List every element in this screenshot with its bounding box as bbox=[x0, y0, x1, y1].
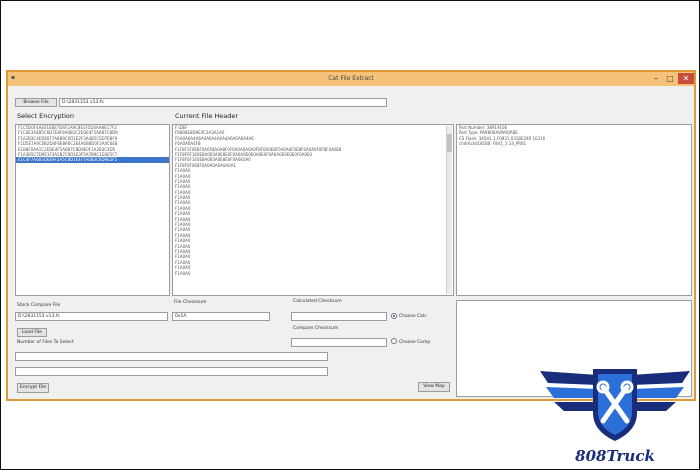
stock-compare-field[interactable]: D:\2831153 v13.fs bbox=[15, 312, 168, 321]
title-bar: ▪ Cat File Extract – □ ✕ bbox=[8, 72, 694, 86]
calculated-checksum-label: Calculated Checksum bbox=[293, 299, 342, 304]
encryption-list-item[interactable]: E1C4F7A0B3D6E9F2A5C8D1E4F7A0B3C6D9E2F5 bbox=[16, 157, 169, 163]
info-line: chdr6ckd18180: F8V1_3.14_PR81 bbox=[459, 141, 527, 147]
choose-calc-radio[interactable] bbox=[391, 313, 397, 319]
calculated-checksum-field[interactable] bbox=[291, 312, 387, 321]
number-of-files-label: Number of Files To Select bbox=[17, 340, 74, 345]
file-checksum-label: File Checksum bbox=[174, 300, 207, 305]
select-encryption-heading: Select Encryption bbox=[17, 112, 75, 120]
compare-checksum-field[interactable] bbox=[291, 338, 387, 347]
choose-comp-radio[interactable] bbox=[391, 338, 397, 344]
close-button[interactable]: ✕ bbox=[678, 73, 694, 84]
window-title: Cat File Extract bbox=[328, 75, 374, 82]
choose-calc-label: Choose Calc bbox=[399, 314, 427, 319]
maximize-button[interactable]: □ bbox=[664, 73, 676, 84]
watermark-text: 808Truck bbox=[575, 447, 655, 465]
files-field-2[interactable] bbox=[15, 367, 328, 376]
encryption-listbox[interactable]: F1C5D0F4AE01EBE7D4F2A9C8E1F5D4AA8EC7F2 F1… bbox=[15, 124, 170, 296]
load-file-button[interactable]: Load File bbox=[17, 328, 47, 337]
left-wing-upper bbox=[540, 371, 598, 385]
watermark-logo: 808Truck bbox=[540, 365, 690, 465]
right-wing-lower bbox=[632, 402, 676, 411]
file-header-heading: Current File Header bbox=[175, 112, 239, 120]
file-checksum-field[interactable]: 0x1A bbox=[172, 312, 270, 321]
left-wing-middle bbox=[546, 387, 598, 398]
app-window: ▪ Cat File Extract – □ ✕ Browse File D:\… bbox=[6, 70, 696, 401]
part-info-panel: Part Number: 3891910E Part Type: PARKR8AV… bbox=[456, 124, 692, 296]
files-field-1[interactable] bbox=[15, 352, 328, 361]
right-wing-middle bbox=[632, 387, 684, 398]
file-path-field[interactable]: D:\2831153 v13.fs bbox=[59, 98, 387, 107]
minimize-button[interactable]: – bbox=[650, 73, 662, 84]
left-wing-lower bbox=[554, 402, 598, 411]
encrypt-file-button[interactable]: Encrypt File bbox=[17, 383, 49, 393]
compare-checksum-label: Compare Checksum bbox=[293, 326, 339, 331]
choose-comp-label: Choose Comp bbox=[399, 340, 431, 345]
browse-file-button[interactable]: Browse File bbox=[15, 98, 57, 107]
stock-compare-label: Stock Compare File bbox=[17, 303, 61, 308]
header-line[interactable]: F1A0A0 bbox=[173, 271, 453, 276]
view-map-button[interactable]: View Map bbox=[418, 382, 450, 392]
file-header-listbox[interactable]: F:\DEF F6808E8D9E4C3A3A1A0 F6A0A6A4A6A4A6A… bbox=[172, 124, 454, 296]
header-scrollbar[interactable] bbox=[446, 126, 452, 294]
right-wing-upper bbox=[632, 371, 690, 385]
header-scroll-thumb[interactable] bbox=[447, 134, 452, 152]
